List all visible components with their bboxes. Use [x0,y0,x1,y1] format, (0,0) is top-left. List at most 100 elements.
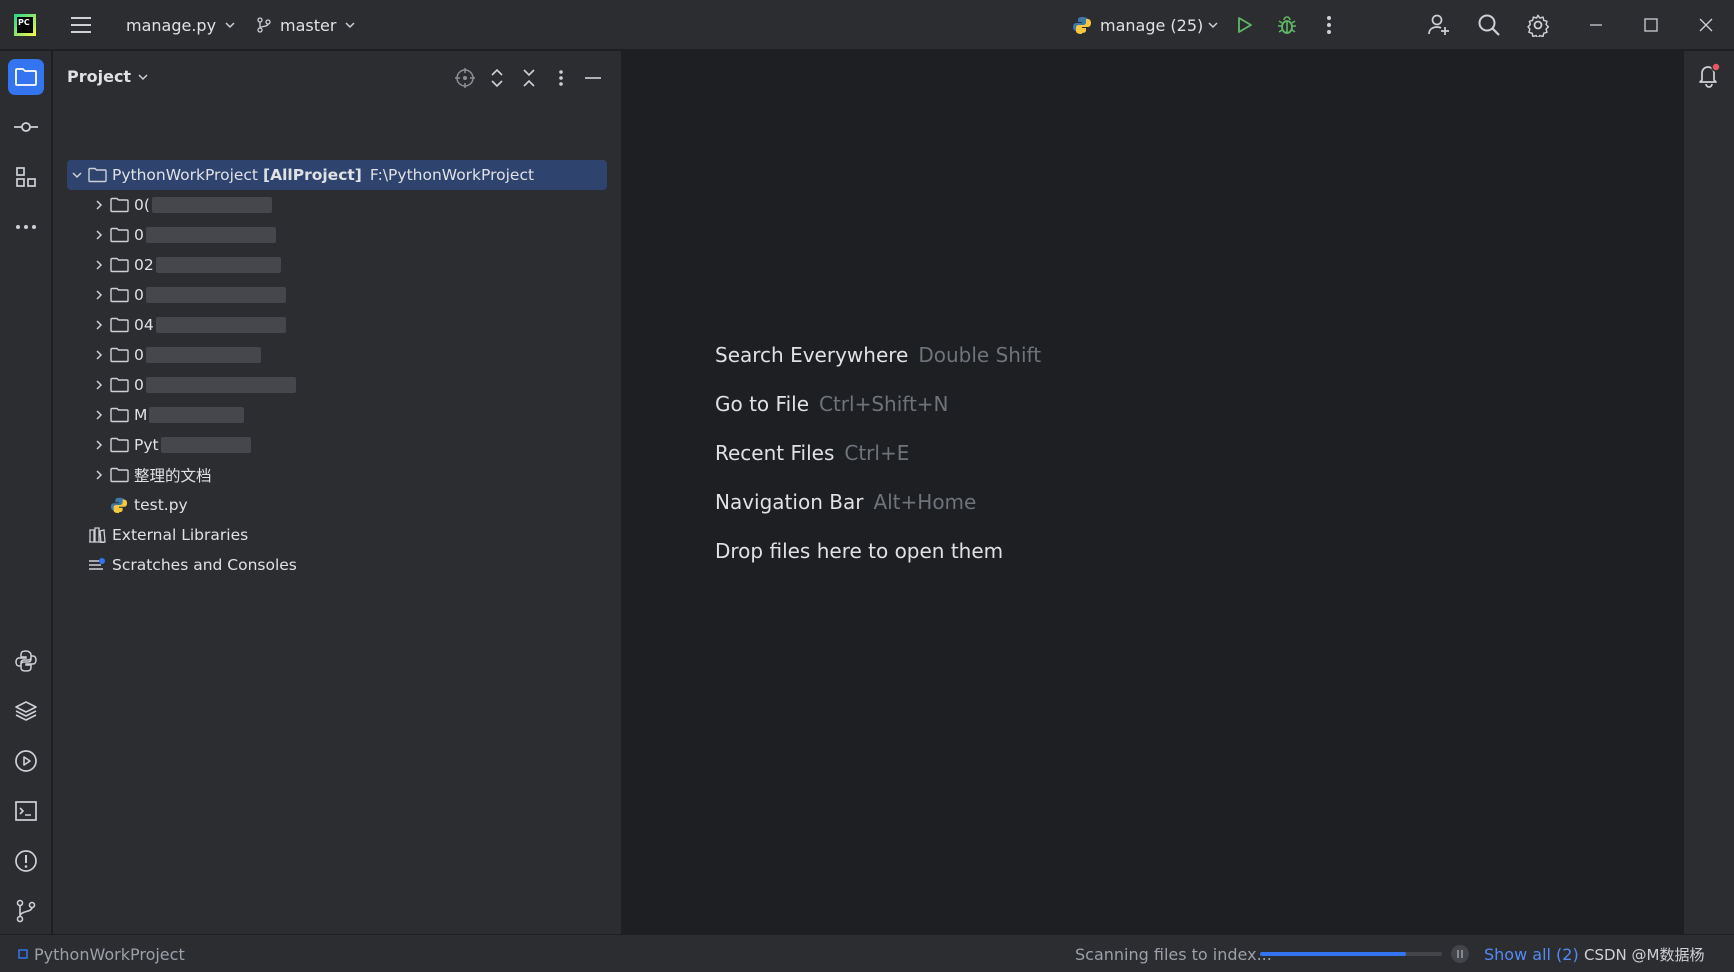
project-panel-title: Project [67,67,132,86]
main-menu-icon[interactable] [70,0,92,50]
more-actions-button[interactable] [1326,0,1332,50]
tree-folder-row[interactable]: 0 [53,280,622,310]
run-config-selector[interactable]: manage (25) [1072,0,1219,50]
more-vertical-icon [1327,16,1331,34]
tree-external-libraries-row[interactable]: External Libraries [53,520,622,550]
target-icon [455,68,475,88]
structure-icon [16,167,36,187]
terminal-button[interactable] [8,793,44,829]
chevron-right-icon[interactable] [89,255,109,275]
chevron-right-icon[interactable] [89,225,109,245]
indexing-status: Scanning files to index... [1075,935,1272,972]
show-all-link[interactable]: Show all (2) [1484,935,1579,972]
collapse-all-button[interactable] [517,66,541,90]
tree-folder-row[interactable]: 整理的文档 [53,460,622,490]
chevron-down-icon [225,22,235,29]
more-horizontal-icon [16,225,36,229]
tree-file-row[interactable]: test.py [53,490,622,520]
tree-scratches-row[interactable]: Scratches and Consoles [53,550,622,580]
gear-icon [1527,14,1550,37]
chevron-right-icon[interactable] [89,405,109,425]
file-label: test.py [134,496,188,514]
chevron-right-icon[interactable] [89,315,109,335]
root-module: [AllProject] [263,166,362,184]
search-everywhere-button[interactable] [1477,0,1501,50]
folder-icon [87,165,107,185]
tree-root-row[interactable]: PythonWorkProject [AllProject] F:\Python… [67,160,607,190]
chevron-right-icon[interactable] [89,195,109,215]
close-window-button[interactable] [1698,0,1714,50]
chevron-right-icon[interactable] [89,285,109,305]
redacted-text [149,407,245,423]
select-opened-file-button[interactable] [453,66,477,90]
file-menu-label: manage.py [126,15,217,35]
logo-text: PC [17,17,33,33]
status-bar: PythonWorkProject Scanning files to inde… [0,934,1734,972]
root-path: F:\PythonWorkProject [369,166,535,184]
project-view-selector[interactable]: Project [67,67,149,86]
expand-all-icon [491,68,503,88]
file-menu[interactable]: manage.py [126,0,236,50]
redacted-text [145,227,276,243]
hide-panel-button[interactable] [581,66,605,90]
expand-all-button[interactable] [485,66,509,90]
commit-tool-button[interactable] [8,109,44,145]
tree-folder-row[interactable]: 02 [53,250,622,280]
folder-icon [109,375,129,395]
pycharm-logo[interactable]: PC [14,0,36,50]
maximize-icon [1644,18,1658,32]
project-tool-button[interactable] [8,59,44,95]
redacted-text [145,287,286,303]
vcs-branch-widget[interactable]: master [256,0,356,50]
tree-folder-row[interactable]: 0 [53,370,622,400]
folder-label: 0 [134,346,144,364]
chevron-right-icon[interactable] [89,465,109,485]
code-with-me-button[interactable] [1427,0,1451,50]
chevron-right-icon[interactable] [89,375,109,395]
services-button[interactable] [8,743,44,779]
redacted-text [145,377,296,393]
problems-icon [15,850,37,872]
structure-tool-button[interactable] [8,159,44,195]
folder-icon [109,255,129,275]
folder-icon [109,315,129,335]
maximize-button[interactable] [1643,0,1659,50]
folder-icon [109,195,129,215]
run-button[interactable] [1234,0,1254,50]
hint-action: Go to File [715,392,809,416]
redacted-text [151,197,272,213]
tree-folder-row[interactable]: 04 [53,310,622,340]
folder-label: 整理的文档 [134,467,212,485]
hint-action: Search Everywhere [715,343,909,367]
hint-search-everywhere: Search Everywhere Double Shift [715,343,1041,367]
status-project-widget[interactable]: PythonWorkProject [18,935,185,972]
chevron-down-icon[interactable] [67,165,87,185]
hint-shortcut: Ctrl+Shift+N [819,392,949,416]
chevron-right-icon[interactable] [89,435,109,455]
notifications-button[interactable] [1691,57,1727,93]
layers-icon [15,701,37,721]
python-packages-button[interactable] [8,693,44,729]
tree-folder-row[interactable]: M [53,400,622,430]
python-console-button[interactable] [8,643,44,679]
tree-folder-row[interactable]: Pyt [53,430,622,460]
more-tools-button[interactable] [8,209,44,245]
bug-icon [1278,16,1296,34]
tree-folder-row[interactable]: 0 [53,220,622,250]
chevron-right-icon[interactable] [89,345,109,365]
hint-action: Recent Files [715,441,835,465]
panel-options-button[interactable] [549,66,573,90]
git-icon [16,899,36,923]
debug-button[interactable] [1276,0,1298,50]
pause-indexing-button[interactable] [1450,935,1470,972]
folder-label: 0 [134,286,144,304]
scratches-icon [87,555,107,575]
tree-folder-row[interactable]: 0 [53,340,622,370]
minimize-button[interactable] [1588,0,1604,50]
minimize-icon [585,77,601,79]
watermark-text: CSDN @M数据杨 [1584,945,1705,964]
problems-button[interactable] [8,843,44,879]
git-button[interactable] [8,893,44,929]
settings-button[interactable] [1526,0,1550,50]
tree-folder-row[interactable]: 0( [53,190,622,220]
